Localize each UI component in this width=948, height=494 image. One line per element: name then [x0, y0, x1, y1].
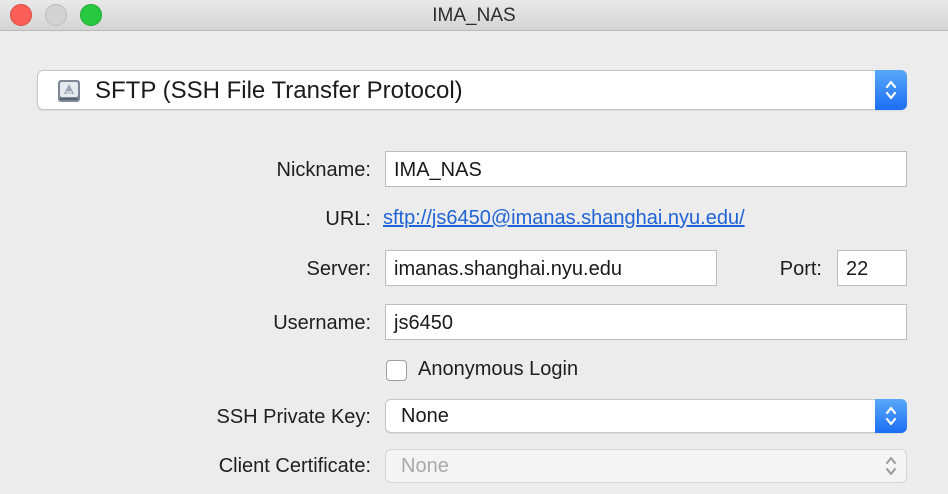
ssh-private-key-label: SSH Private Key:	[216, 406, 371, 428]
client-cert-stepper	[875, 449, 907, 483]
title-bar: IMA_NAS	[0, 0, 948, 31]
up-down-chevron-icon	[885, 406, 897, 426]
window-title: IMA_NAS	[432, 5, 516, 26]
ssh-private-key-value: None	[401, 405, 449, 427]
client-certificate-label: Client Certificate:	[218, 455, 371, 477]
anonymous-login-checkbox[interactable]	[386, 360, 407, 381]
up-down-chevron-icon	[885, 80, 897, 100]
client-certificate-value: None	[401, 455, 449, 477]
username-field[interactable]: js6450	[385, 304, 907, 340]
nickname-label: Nickname:	[276, 159, 371, 181]
anonymous-login-label: Anonymous Login	[418, 358, 579, 380]
nickname-field[interactable]: IMA_NAS	[385, 151, 907, 187]
server-field[interactable]: imanas.shanghai.nyu.edu	[385, 250, 717, 286]
url-link[interactable]: sftp://js6450@imanas.shanghai.nyu.edu/	[383, 207, 745, 230]
ssh-key-stepper[interactable]	[875, 399, 907, 433]
server-label: Server:	[306, 258, 371, 280]
protocol-label: SFTP (SSH File Transfer Protocol)	[95, 77, 463, 104]
client-certificate-select[interactable]: None	[385, 449, 907, 483]
port-label: Port:	[779, 258, 822, 280]
port-field[interactable]: 22	[837, 250, 907, 286]
drive-icon	[58, 80, 80, 102]
protocol-select[interactable]: SFTP (SSH File Transfer Protocol)	[37, 70, 907, 110]
up-down-chevron-icon	[886, 457, 896, 475]
url-label: URL:	[325, 208, 371, 230]
ssh-private-key-select[interactable]: None	[385, 399, 907, 433]
username-label: Username:	[273, 312, 371, 334]
protocol-stepper[interactable]	[875, 70, 907, 110]
